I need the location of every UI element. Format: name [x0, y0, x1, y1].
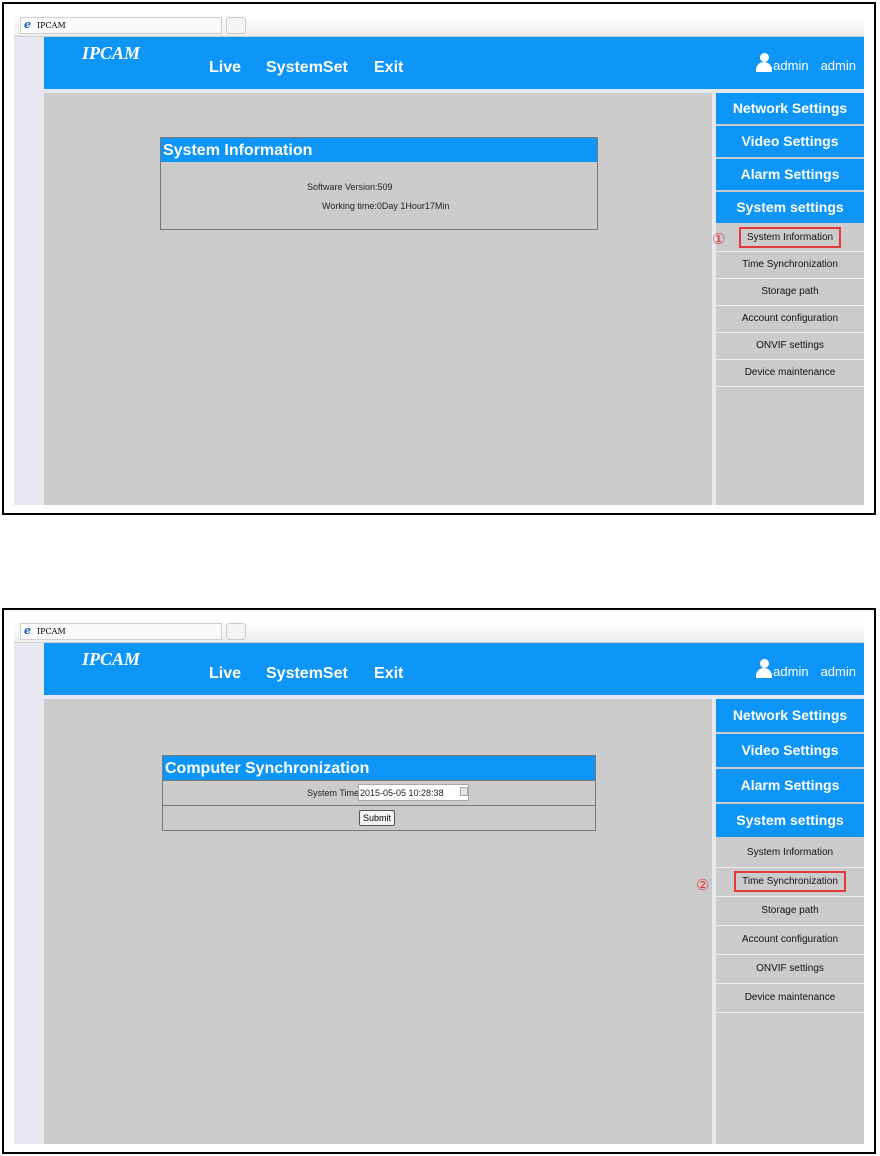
- sidebar-item-label: System Information: [738, 227, 842, 248]
- sidebar-item-label: Device maintenance: [744, 367, 836, 378]
- sidebar-item-storage-path[interactable]: Storage path: [716, 897, 864, 926]
- browser-tab-title: IPCAM: [37, 21, 66, 30]
- sidebar-item-system-information[interactable]: System Information: [716, 839, 864, 868]
- sidebar-item-label: Time Synchronization: [742, 259, 838, 270]
- sidebar-item-time-synchronization[interactable]: Time Synchronization: [716, 868, 864, 897]
- sidebar-item-device-maintenance[interactable]: Device maintenance: [716, 984, 864, 1013]
- panel-title: System Information: [161, 138, 597, 162]
- step-marker-2: ②: [696, 877, 710, 894]
- nav-systemset[interactable]: SystemSet: [266, 665, 348, 683]
- user-label: admin: [773, 664, 809, 679]
- new-tab-button[interactable]: [226, 17, 246, 34]
- nav-systemset[interactable]: SystemSet: [266, 59, 348, 77]
- sidebar-category-system[interactable]: System settings: [716, 804, 864, 837]
- settings-sidebar: Network Settings Video Settings Alarm Se…: [716, 93, 864, 505]
- sidebar-item-label: ONVIF settings: [756, 963, 824, 974]
- system-time-label: System Time: [307, 788, 360, 798]
- sidebar-item-label: Account configuration: [741, 934, 839, 945]
- user-info: admin admin: [756, 659, 856, 679]
- sidebar-category-system[interactable]: System settings: [716, 192, 864, 223]
- nav-exit[interactable]: Exit: [374, 59, 403, 77]
- sidebar-item-label: Time Synchronization: [734, 871, 846, 892]
- new-tab-button[interactable]: [226, 623, 246, 640]
- nav-live[interactable]: Live: [209, 665, 241, 683]
- main-content: System Information Software Version:509 …: [44, 93, 712, 505]
- browser-tab-bar: e IPCAM: [14, 14, 864, 37]
- user-info: admin admin: [756, 53, 856, 73]
- sidebar-category-network[interactable]: Network Settings: [716, 699, 864, 732]
- nav-exit[interactable]: Exit: [374, 665, 403, 683]
- ie-icon: e: [24, 624, 31, 637]
- working-time: Working time:0Day 1Hour17Min: [322, 201, 450, 211]
- sidebar-category-video[interactable]: Video Settings: [716, 126, 864, 157]
- system-information-panel: System Information Software Version:509 …: [160, 137, 598, 230]
- sidebar-item-label: Storage path: [761, 286, 819, 297]
- software-version: Software Version:509: [307, 182, 393, 192]
- submit-button[interactable]: Submit: [359, 810, 396, 826]
- sidebar-item-device-maintenance[interactable]: Device maintenance: [716, 360, 864, 387]
- system-time-input[interactable]: [358, 784, 469, 801]
- sidebar-item-time-synchronization[interactable]: Time Synchronization: [716, 252, 864, 279]
- app-header: IPCAM Live SystemSet Exit admin admin: [44, 37, 864, 89]
- page-viewport: IPCAM Live SystemSet Exit admin admin Co…: [14, 643, 864, 1144]
- sidebar-item-system-information[interactable]: System Information: [716, 225, 864, 252]
- page-viewport: IPCAM Live SystemSet Exit admin admin Sy…: [14, 37, 864, 505]
- sidebar-item-label: Account configuration: [741, 313, 839, 324]
- sidebar-item-label: ONVIF settings: [756, 340, 824, 351]
- user-label: admin: [773, 58, 809, 73]
- app-header: IPCAM Live SystemSet Exit admin admin: [44, 643, 864, 695]
- screenshot-system-information: e IPCAM IPCAM Live SystemSet Exit admin …: [2, 2, 876, 515]
- sidebar-category-alarm[interactable]: Alarm Settings: [716, 769, 864, 802]
- browser-tab-title: IPCAM: [37, 627, 66, 636]
- calendar-icon[interactable]: [460, 787, 468, 796]
- brand-logo: IPCAM: [82, 43, 141, 63]
- sidebar-item-account-configuration[interactable]: Account configuration: [716, 926, 864, 955]
- sidebar-category-network[interactable]: Network Settings: [716, 93, 864, 124]
- sidebar-item-label: System Information: [746, 847, 834, 858]
- sidebar-category-video[interactable]: Video Settings: [716, 734, 864, 767]
- user-icon: [756, 53, 773, 73]
- user-icon: [756, 659, 773, 679]
- sidebar-item-account-configuration[interactable]: Account configuration: [716, 306, 864, 333]
- sidebar-item-storage-path[interactable]: Storage path: [716, 279, 864, 306]
- browser-tab[interactable]: e IPCAM: [20, 623, 222, 640]
- brand-logo: IPCAM: [82, 649, 141, 669]
- computer-synchronization-panel: Computer Synchronization System Time Sub…: [162, 755, 596, 831]
- browser-tab[interactable]: e IPCAM: [20, 17, 222, 34]
- sidebar-category-alarm[interactable]: Alarm Settings: [716, 159, 864, 190]
- nav-live[interactable]: Live: [209, 59, 241, 77]
- sidebar-item-onvif-settings[interactable]: ONVIF settings: [716, 333, 864, 360]
- browser-tab-bar: e IPCAM: [14, 620, 864, 643]
- main-content: Computer Synchronization System Time Sub…: [44, 699, 712, 1144]
- submit-row: Submit: [163, 805, 595, 830]
- screenshot-time-synchronization: e IPCAM IPCAM Live SystemSet Exit admin …: [2, 608, 876, 1154]
- sidebar-item-label: Storage path: [761, 905, 819, 916]
- sidebar-item-onvif-settings[interactable]: ONVIF settings: [716, 955, 864, 984]
- settings-sidebar: Network Settings Video Settings Alarm Se…: [716, 699, 864, 1144]
- user-name: admin: [820, 58, 856, 73]
- system-time-row: System Time: [163, 780, 595, 805]
- ie-icon: e: [24, 18, 31, 31]
- panel-title: Computer Synchronization: [163, 756, 595, 780]
- step-marker-1: ①: [712, 231, 726, 248]
- sidebar-item-label: Device maintenance: [744, 992, 836, 1003]
- user-name: admin: [820, 664, 856, 679]
